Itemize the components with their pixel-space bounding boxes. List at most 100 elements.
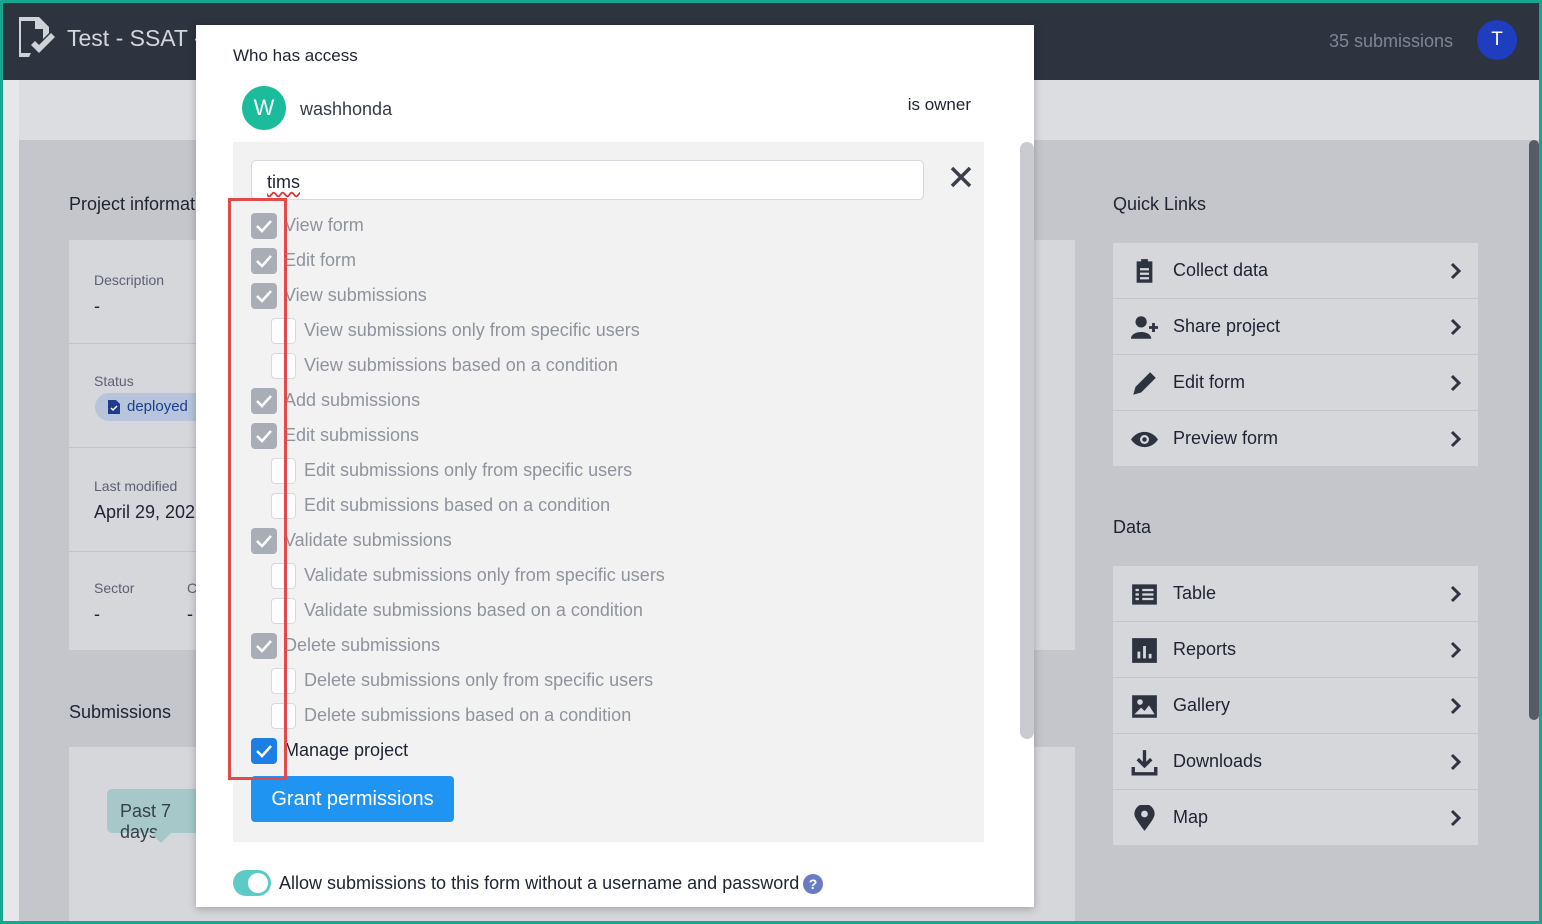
- grant-permissions-button[interactable]: Grant permissions: [251, 776, 454, 822]
- bar-chart-icon: [1132, 638, 1157, 663]
- permission-label: Edit form: [284, 250, 357, 270]
- permission-label: Edit submissions only from specific user…: [304, 460, 633, 480]
- chevron-right-icon: [1450, 697, 1462, 715]
- help-icon[interactable]: ?: [803, 874, 823, 894]
- chevron-right-icon: [1450, 753, 1462, 771]
- data-link-map[interactable]: Map: [1113, 790, 1478, 845]
- description-row: Description -: [69, 240, 199, 344]
- image-icon: [1132, 695, 1157, 718]
- permission-row[interactable]: Edit submissions only from specific user…: [271, 458, 871, 484]
- user-avatar[interactable]: T: [1477, 20, 1517, 60]
- permission-row[interactable]: Edit submissions: [251, 423, 851, 449]
- owner-username: washhonda: [300, 99, 393, 119]
- data-link-reports[interactable]: Reports: [1113, 622, 1478, 677]
- chevron-right-icon: [1450, 809, 1462, 827]
- permission-row[interactable]: Edit form: [251, 248, 851, 274]
- chevron-right-icon: [1450, 641, 1462, 659]
- quick-link-preview-form[interactable]: Preview form: [1113, 411, 1478, 466]
- sector-label: Sector: [94, 580, 135, 596]
- permission-label: Validate submissions based on a conditio…: [304, 600, 643, 620]
- permission-row[interactable]: View submissions: [251, 283, 851, 309]
- permission-label: Validate submissions: [284, 530, 452, 550]
- permission-row[interactable]: View form: [251, 213, 851, 239]
- username-input-value: tims: [267, 172, 300, 192]
- period-selector[interactable]: Past 7 days: [107, 789, 207, 843]
- permission-label: View submissions: [284, 285, 427, 305]
- app-frame: Test - SSAT - 35 submissions T Project i…: [0, 0, 1542, 924]
- chevron-right-icon: [1450, 374, 1462, 392]
- anonymous-submissions-toggle[interactable]: [233, 870, 271, 896]
- anonymous-submissions-label: Allow submissions to this form without a…: [279, 873, 800, 893]
- toggle-knob: [248, 873, 268, 893]
- modal-title: Who has access: [233, 46, 358, 65]
- sector-row: Sector - C -: [69, 552, 199, 656]
- permission-label: Add submissions: [284, 390, 421, 410]
- quick-link-share-project[interactable]: Share project: [1113, 299, 1478, 354]
- permission-row[interactable]: Delete submissions: [251, 633, 851, 659]
- data-link-gallery[interactable]: Gallery: [1113, 678, 1478, 733]
- data-link-label: Table: [1173, 583, 1217, 603]
- data-link-table[interactable]: Table: [1113, 566, 1478, 621]
- quick-link-label: Preview form: [1173, 428, 1279, 448]
- last-modified-value: April 29, 202: [94, 502, 196, 522]
- chevron-right-icon: [1450, 430, 1462, 448]
- eye-icon: [1131, 431, 1158, 448]
- permission-row[interactable]: Validate submissions based on a conditio…: [271, 598, 871, 624]
- country-value: -: [187, 604, 193, 624]
- data-link-label: Gallery: [1173, 695, 1231, 715]
- status-label: Status: [94, 373, 134, 389]
- clipboard-icon: [1136, 259, 1153, 283]
- quick-links-title: Quick Links: [1113, 194, 1207, 214]
- permission-label: Delete submissions only from specific us…: [304, 670, 654, 690]
- owner-avatar: W: [242, 86, 286, 130]
- download-icon: [1131, 750, 1158, 776]
- permission-label: Delete submissions: [284, 635, 441, 655]
- quick-link-label: Edit form: [1173, 372, 1246, 392]
- pencil-icon: [1133, 372, 1156, 395]
- permission-row[interactable]: Edit submissions based on a condition: [271, 493, 871, 519]
- owner-role: is owner: [907, 95, 971, 114]
- permission-label: Edit submissions: [284, 425, 420, 445]
- close-icon[interactable]: [946, 162, 976, 192]
- quick-link-edit-form[interactable]: Edit form: [1113, 355, 1478, 410]
- username-input[interactable]: [251, 160, 924, 200]
- permission-row[interactable]: Add submissions: [251, 388, 851, 414]
- chevron-right-icon: [1450, 318, 1462, 336]
- status-badge-label: deployed: [127, 398, 188, 415]
- permission-label: Edit submissions based on a condition: [304, 495, 611, 515]
- sharing-modal: Who has access W washhonda is owner tims…: [196, 25, 1034, 907]
- data-link-label: Reports: [1173, 639, 1237, 659]
- permission-row[interactable]: Delete submissions only from specific us…: [271, 668, 871, 694]
- user-plus-icon: [1131, 316, 1158, 339]
- permission-row[interactable]: View submissions only from specific user…: [271, 318, 871, 344]
- quick-link-collect-data[interactable]: Collect data: [1113, 243, 1478, 298]
- permission-row[interactable]: Manage project: [251, 738, 851, 764]
- description-label: Description: [94, 272, 165, 288]
- submission-count: 35 submissions: [1328, 31, 1453, 51]
- permission-label: View form: [284, 215, 364, 235]
- quick-link-label: Collect data: [1173, 260, 1269, 280]
- project-info-title: Project informat: [69, 194, 196, 214]
- last-modified-row: Last modified April 29, 202: [69, 448, 199, 552]
- permission-label: Validate submissions only from specific …: [304, 565, 665, 585]
- permission-label: View submissions based on a condition: [304, 355, 618, 375]
- deploy-icon: [108, 400, 120, 414]
- permission-label: Delete submissions based on a condition: [304, 705, 632, 725]
- permission-row[interactable]: View submissions based on a condition: [271, 353, 871, 379]
- chevron-right-icon: [1450, 262, 1462, 280]
- page-scrollbar[interactable]: [1529, 140, 1539, 720]
- permission-row[interactable]: Validate submissions only from specific …: [271, 563, 871, 589]
- permission-label: Manage project: [284, 740, 409, 760]
- permission-row[interactable]: Validate submissions: [251, 528, 851, 554]
- form-logo-icon[interactable]: [17, 15, 55, 61]
- permission-row[interactable]: Delete submissions based on a condition: [271, 703, 871, 729]
- quick-link-label: Share project: [1173, 316, 1281, 336]
- permission-label: View submissions only from specific user…: [304, 320, 640, 340]
- data-link-downloads[interactable]: Downloads: [1113, 734, 1478, 789]
- map-pin-icon: [1134, 805, 1155, 831]
- sector-value: -: [94, 604, 100, 624]
- description-value: -: [94, 296, 100, 316]
- last-modified-label: Last modified: [94, 478, 178, 494]
- modal-scrollbar[interactable]: [1020, 142, 1034, 739]
- chevron-right-icon: [1450, 585, 1462, 603]
